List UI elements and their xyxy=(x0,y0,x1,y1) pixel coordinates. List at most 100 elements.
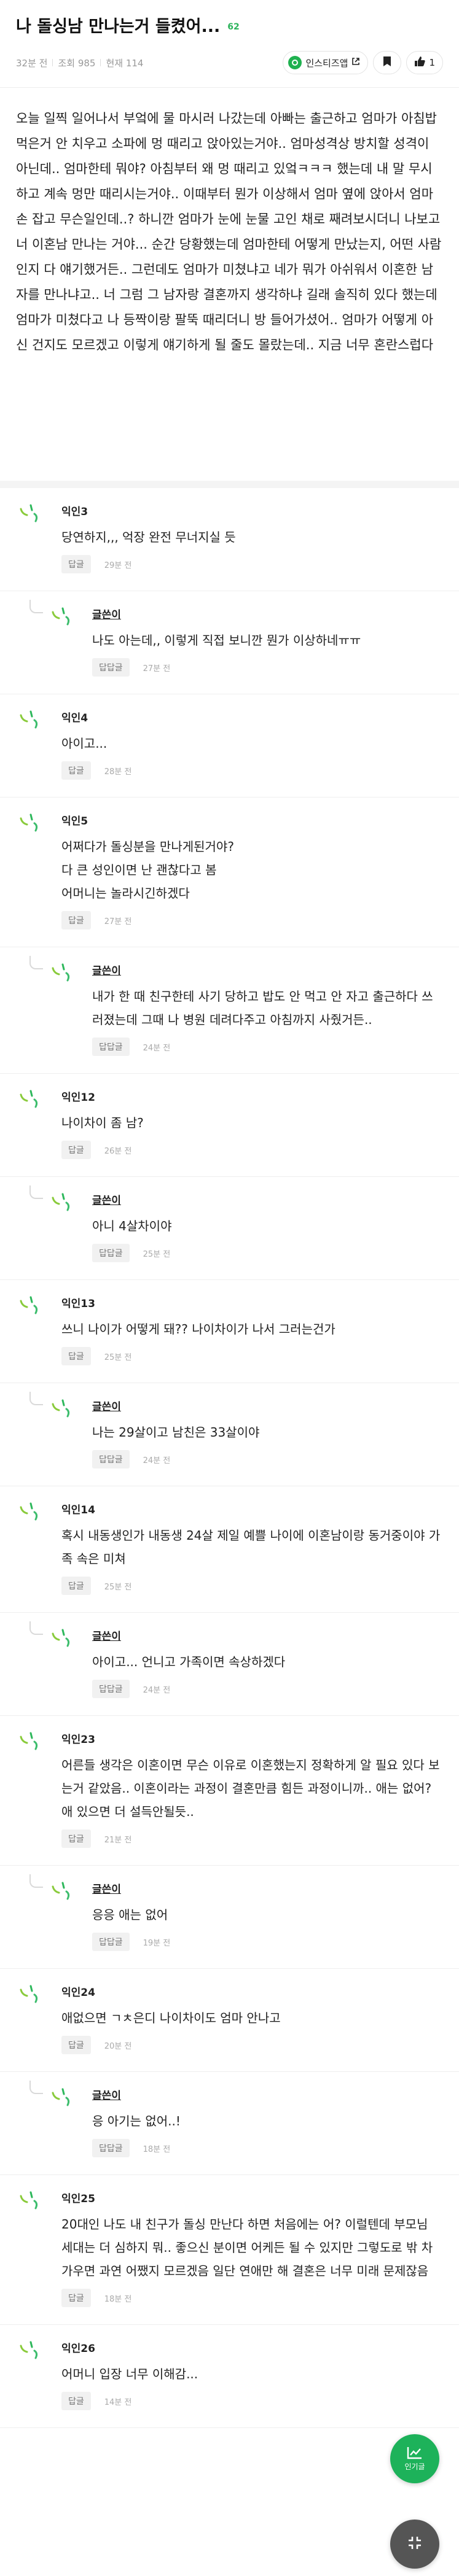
reply-button[interactable]: 답글 xyxy=(61,2036,91,2054)
comment-actions: 답답글 19분 전 xyxy=(92,1933,459,1951)
popular-posts-label: 인기글 xyxy=(404,2462,425,2471)
reply-button[interactable]: 답글 xyxy=(61,1141,91,1159)
comment-actions: 답글 14분 전 xyxy=(61,2392,459,2410)
section-divider xyxy=(0,481,459,488)
comment-text: 아이고... 언니고 가족이면 속상하겠다 xyxy=(92,1655,286,1669)
reply-indent-icon xyxy=(29,956,43,969)
comment-author[interactable]: 익인26 xyxy=(61,2325,459,2355)
comment-author[interactable]: 글쓴이 xyxy=(92,591,459,621)
comment-author[interactable]: 익인5 xyxy=(61,797,459,828)
like-button[interactable]: 1 xyxy=(406,51,443,74)
comment-author[interactable]: 익인4 xyxy=(61,694,459,724)
comment: 익인14 혹시 내동생인가 내동생 24살 제일 예쁠 나이에 이혼남이랑 동거중… xyxy=(0,1486,459,1595)
reply-button[interactable]: 답글 xyxy=(61,2392,91,2410)
post-title-row: 나 돌싱남 만나는거 들켰어... 62 xyxy=(16,12,443,37)
post-current: 현재 114 xyxy=(106,57,144,69)
comment-count-badge: 62 xyxy=(227,22,240,32)
comment-author[interactable]: 글쓴이 xyxy=(92,1613,459,1643)
comment-text: 혹시 내동생인가 내동생 24살 제일 예쁠 나이에 이혼남이랑 동거중이야 가… xyxy=(61,1528,441,1566)
reply-button[interactable]: 답글 xyxy=(61,1347,91,1365)
comment-actions: 답답글 24분 전 xyxy=(92,1038,459,1056)
comment-actions: 답글 29분 전 xyxy=(61,555,459,573)
reply-button[interactable]: 답글 xyxy=(61,911,91,929)
reply-indent-icon xyxy=(29,1185,43,1199)
comment-actions: 답글 25분 전 xyxy=(61,1577,459,1595)
comment-list: 익인3 당연하지,,, 억장 완전 무너지실 듯 답글 29분 전 글쓴이 나도 아는데,… xyxy=(0,488,459,2428)
avatar xyxy=(49,1397,74,1421)
reply-indent-icon xyxy=(29,2081,43,2094)
comment-author[interactable]: 익인25 xyxy=(61,2175,459,2205)
reply-button[interactable]: 답글 xyxy=(61,2289,91,2307)
meta-separator xyxy=(100,59,101,66)
popular-posts-button[interactable]: 인기글 xyxy=(390,2434,439,2483)
comment-time: 28분 전 xyxy=(104,767,132,777)
comment-author[interactable]: 글쓴이 xyxy=(92,947,459,977)
comment-time: 24분 전 xyxy=(143,1685,171,1695)
post-actions: 인스티즈앱 1 xyxy=(283,51,443,74)
comment-author[interactable]: 글쓴이 xyxy=(92,1866,459,1896)
comment-author[interactable]: 글쓴이 xyxy=(92,2072,459,2102)
comment: 익인13 쓰니 나이가 어떻게 돼?? 나이차이가 나서 그러는건가 답글 25분 전 xyxy=(0,1280,459,1365)
reply-comment: 글쓴이 아니 4살차이야 답답글 25분 전 xyxy=(0,1177,459,1262)
comment-author[interactable]: 익인12 xyxy=(61,1074,459,1104)
comment-text: 어머니 입장 너무 이해감... xyxy=(61,2367,198,2381)
meta-separator xyxy=(52,59,53,66)
post-body: 오늘 일찍 일어나서 부엌에 물 마시러 나갔는데 아빠는 출근하고 엄마가 아… xyxy=(16,111,442,352)
comment: 익인3 당연하지,,, 억장 완전 무너지실 듯 답글 29분 전 xyxy=(0,488,459,573)
comment: 익인24 애없으면 ㄱㅊ은디 나이차이도 엄마 안나고 답글 20분 전 xyxy=(0,1969,459,2054)
comment-author[interactable]: 글쓴이 xyxy=(92,1383,459,1413)
avatar xyxy=(17,1087,42,1112)
comment-time: 26분 전 xyxy=(104,1146,132,1156)
comment-time: 27분 전 xyxy=(143,664,171,673)
comment-actions: 답답글 18분 전 xyxy=(92,2139,459,2157)
comment-author[interactable]: 익인14 xyxy=(61,1486,459,1516)
reply-button[interactable]: 답답글 xyxy=(92,1244,130,1262)
comment-author[interactable]: 익인23 xyxy=(61,1716,459,1746)
reply-indent-icon xyxy=(29,600,43,613)
comment-divider xyxy=(0,2427,459,2428)
avatar xyxy=(17,1729,42,1754)
comment-time: 25분 전 xyxy=(104,1582,132,1592)
comment-time: 18분 전 xyxy=(104,2294,132,2304)
comment-time: 24분 전 xyxy=(143,1456,171,1465)
reply-button[interactable]: 답글 xyxy=(61,1577,91,1595)
reply-button[interactable]: 답답글 xyxy=(92,1450,130,1468)
reply-comment: 글쓴이아이고... 언니고 가족이면 속상하겠다답답글 24분 전 xyxy=(0,1613,459,1698)
reply-comment: 글쓴이 나도 아는데,, 이렇게 직접 보니깐 뭔가 이상하네ㅠㅠ 답답글 27분 전 xyxy=(0,591,459,677)
comment-time: 25분 전 xyxy=(143,1249,171,1259)
comment: 익인5 어쩌다가 돌싱분을 만나게된거야? 다 큰 성인이면 난 괜찮다고 봄 어… xyxy=(0,797,459,929)
comment-author[interactable]: 글쓴이 xyxy=(92,1177,459,1207)
avatar xyxy=(17,1294,42,1318)
comment-actions: 답답글 27분 전 xyxy=(92,658,459,677)
comment: 익인4 아이고... 답글 28분 전 xyxy=(0,694,459,780)
reply-button[interactable]: 답글 xyxy=(61,555,91,573)
bookmark-icon xyxy=(383,56,391,69)
reply-button[interactable]: 답글 xyxy=(61,1829,91,1848)
avatar xyxy=(49,961,74,985)
like-count: 1 xyxy=(429,57,435,68)
reply-button[interactable]: 답답글 xyxy=(92,2139,130,2157)
reply-button[interactable]: 답답글 xyxy=(92,1038,130,1056)
instiz-logo-icon xyxy=(288,56,302,69)
reply-button[interactable]: 답글 xyxy=(61,761,91,780)
avatar xyxy=(17,1500,42,1524)
comment-time: 21분 전 xyxy=(104,1835,132,1845)
comment-actions: 답답글 25분 전 xyxy=(92,1244,459,1262)
reply-button[interactable]: 답답글 xyxy=(92,1933,130,1951)
comment: 익인25 20대인 나도 내 친구가 돌싱 만난다 하면 처음에는 어? 이럴텐데… xyxy=(0,2175,459,2307)
avatar xyxy=(17,811,42,836)
comment-time: 20분 전 xyxy=(104,2041,132,2051)
comment-text: 아이고... xyxy=(61,736,108,751)
comment-author[interactable]: 익인3 xyxy=(61,488,459,518)
reply-button[interactable]: 답답글 xyxy=(92,1680,130,1698)
bookmark-button[interactable] xyxy=(373,51,402,74)
reply-button[interactable]: 답답글 xyxy=(92,658,130,677)
collapse-button[interactable] xyxy=(390,2520,439,2569)
comment-author[interactable]: 익인13 xyxy=(61,1280,459,1310)
comment-text: 어쩌다가 돌싱분을 만나게된거야? 다 큰 성인이면 난 괜찮다고 봄 어머니는… xyxy=(61,839,234,901)
comment-author[interactable]: 익인24 xyxy=(61,1969,459,1999)
thumbs-up-icon xyxy=(414,56,426,69)
post-title: 나 돌싱남 만나는거 들켰어... xyxy=(16,17,221,36)
comment-text: 나이차이 좀 남? xyxy=(61,1115,144,1130)
instiz-app-button[interactable]: 인스티즈앱 xyxy=(283,51,369,74)
